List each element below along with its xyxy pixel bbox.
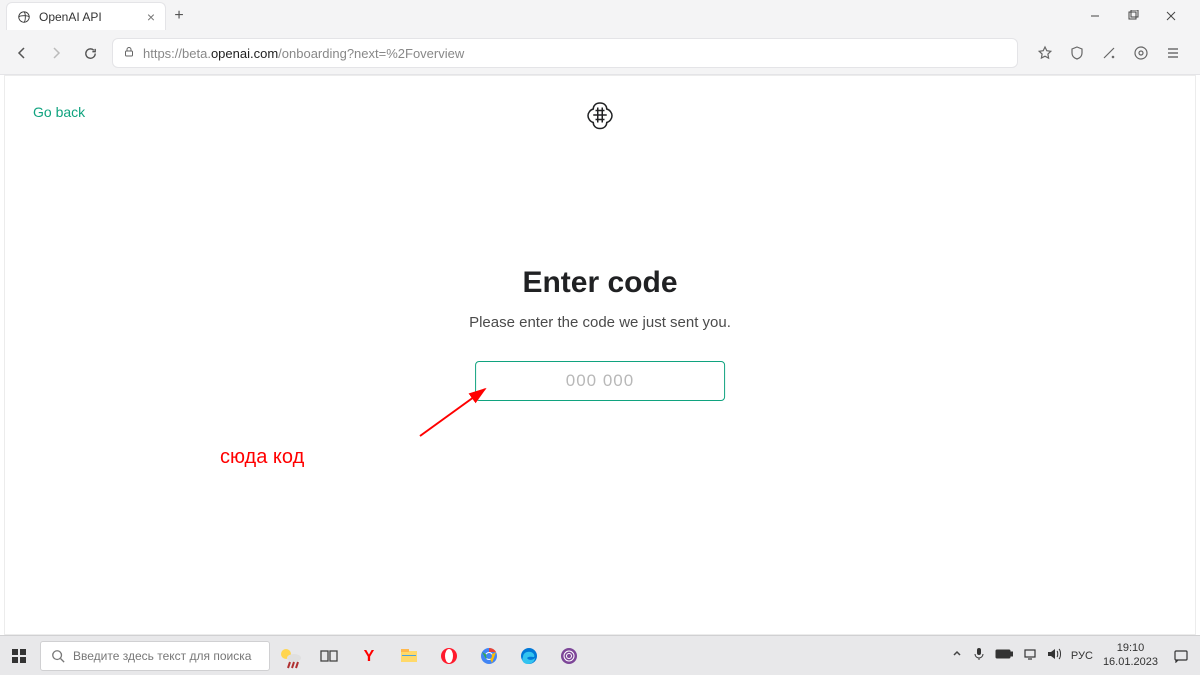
- tray-language[interactable]: РУС: [1071, 650, 1093, 662]
- address-bar: https://beta.openai.com/onboarding?next=…: [0, 32, 1200, 74]
- reload-button[interactable]: [78, 41, 102, 65]
- search-placeholder: Введите здесь текст для поиска: [73, 649, 251, 663]
- lock-icon: [123, 46, 135, 61]
- shield-icon[interactable]: [1066, 42, 1088, 64]
- maximize-button[interactable]: [1116, 3, 1150, 29]
- tray-notifications-icon[interactable]: [1168, 643, 1194, 669]
- new-tab-button[interactable]: +: [166, 3, 192, 29]
- code-input[interactable]: [475, 361, 725, 401]
- toolbar-right: [1028, 42, 1190, 64]
- browser-tab[interactable]: OpenAI API ×: [6, 2, 166, 30]
- tray-volume-icon[interactable]: [1047, 648, 1061, 663]
- page-heading: Enter code: [469, 266, 731, 300]
- page-content: Go back Enter code Please enter the code…: [4, 75, 1196, 635]
- browser-chrome: OpenAI API × + https://beta.openai.com/o…: [0, 0, 1200, 75]
- tray-battery-icon[interactable]: [995, 649, 1013, 662]
- tab-close-icon[interactable]: ×: [147, 9, 155, 25]
- app-tor-icon[interactable]: [552, 639, 586, 673]
- tray-network-icon[interactable]: [1023, 648, 1037, 663]
- app-yandex-icon[interactable]: Y: [352, 639, 386, 673]
- extension-icon[interactable]: [1130, 42, 1152, 64]
- bookmark-icon[interactable]: [1034, 42, 1056, 64]
- tray-time: 19:10: [1103, 642, 1158, 655]
- annotation-text: сюда код: [220, 446, 304, 469]
- page-subtext: Please enter the code we just sent you.: [469, 314, 731, 331]
- search-icon: [51, 649, 65, 663]
- tray-date: 16.01.2023: [1103, 656, 1158, 669]
- sparkle-icon[interactable]: [1098, 42, 1120, 64]
- tray-clock[interactable]: 19:10 16.01.2023: [1103, 642, 1158, 668]
- taskbar-search[interactable]: Введите здесь текст для поиска: [40, 641, 270, 671]
- enter-code-panel: Enter code Please enter the code we just…: [469, 266, 731, 401]
- url-text: https://beta.openai.com/onboarding?next=…: [143, 46, 464, 61]
- app-explorer-icon[interactable]: [392, 639, 426, 673]
- task-view-icon[interactable]: [312, 639, 346, 673]
- url-box[interactable]: https://beta.openai.com/onboarding?next=…: [112, 38, 1018, 68]
- openai-favicon-icon: [17, 10, 31, 24]
- app-chrome-icon[interactable]: [472, 639, 506, 673]
- system-tray: РУС 19:10 16.01.2023: [945, 642, 1200, 668]
- svg-text:Y: Y: [364, 648, 375, 665]
- weather-icon: [276, 642, 304, 670]
- tab-bar: OpenAI API × +: [0, 0, 1200, 32]
- tray-mic-icon[interactable]: [973, 647, 985, 664]
- tray-chevron-icon[interactable]: [951, 648, 963, 663]
- taskbar-weather[interactable]: [270, 642, 304, 670]
- tab-title: OpenAI API: [39, 10, 102, 24]
- app-opera-icon[interactable]: [432, 639, 466, 673]
- taskbar-apps: Y: [312, 639, 586, 673]
- back-button[interactable]: [10, 41, 34, 65]
- openai-logo-icon: [585, 100, 615, 135]
- window-controls: [1078, 3, 1194, 29]
- minimize-button[interactable]: [1078, 3, 1112, 29]
- start-button[interactable]: [0, 636, 38, 675]
- close-window-button[interactable]: [1154, 3, 1188, 29]
- menu-icon[interactable]: [1162, 42, 1184, 64]
- forward-button[interactable]: [44, 41, 68, 65]
- annotation-arrow-icon: [415, 381, 495, 441]
- app-edge-icon[interactable]: [512, 639, 546, 673]
- taskbar: Введите здесь текст для поиска Y РУС 19:…: [0, 635, 1200, 675]
- go-back-link[interactable]: Go back: [33, 104, 85, 120]
